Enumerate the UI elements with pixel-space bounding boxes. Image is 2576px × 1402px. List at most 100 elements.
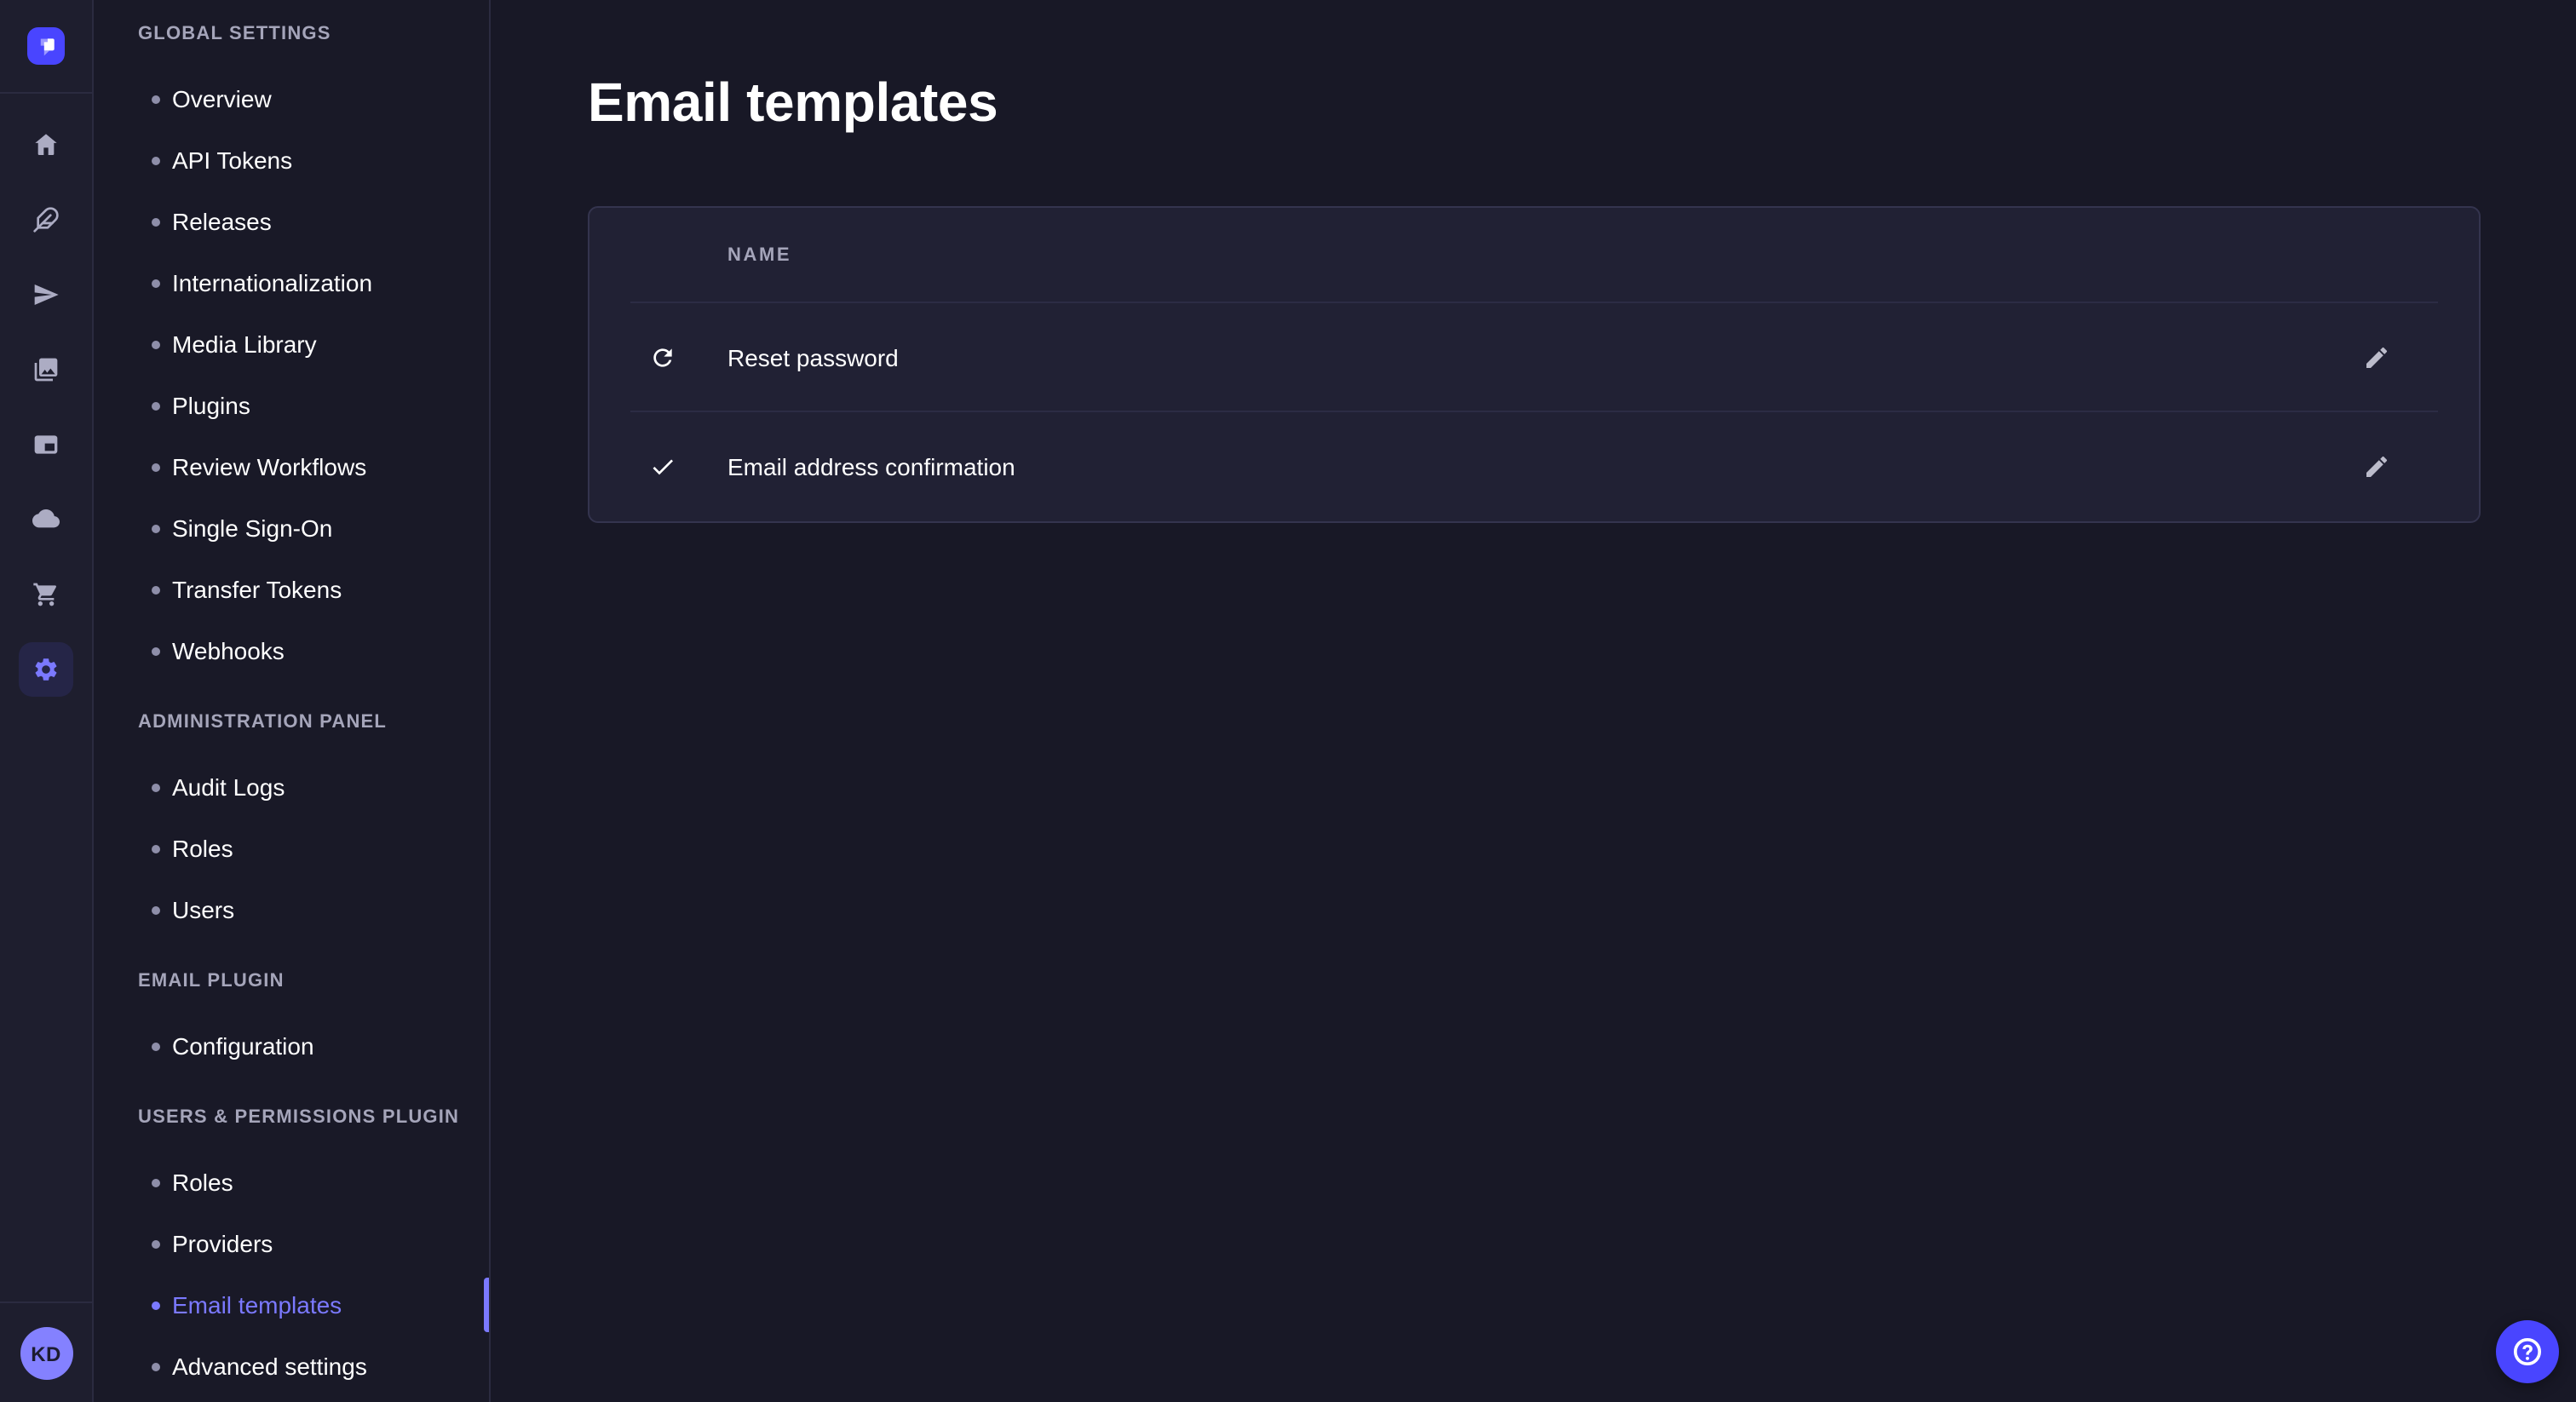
bullet-icon	[152, 1042, 160, 1050]
cloud-icon	[32, 506, 60, 533]
subnav-item-roles[interactable]: Roles	[94, 1152, 489, 1213]
nav-feather-button[interactable]	[19, 192, 73, 247]
subnav-item-label: Audit Logs	[172, 773, 285, 801]
strapi-logo-icon	[27, 27, 65, 65]
pencil-icon	[2363, 452, 2390, 480]
subnav-item-review-workflows[interactable]: Review Workflows	[94, 436, 489, 497]
subnav-item-plugins[interactable]: Plugins	[94, 375, 489, 436]
subnav-item-users[interactable]: Users	[94, 879, 489, 940]
nav-layout-button[interactable]	[19, 417, 73, 472]
subnav-item-releases[interactable]: Releases	[94, 191, 489, 252]
table-row: Reset password	[589, 303, 2479, 411]
subnav-item-webhooks[interactable]: Webhooks	[94, 620, 489, 681]
subnav-section-title: GLOBAL SETTINGS	[138, 17, 489, 51]
subnav-item-label: Configuration	[172, 1032, 314, 1060]
bullet-icon	[152, 646, 160, 655]
subnav-item-advanced-settings[interactable]: Advanced settings	[94, 1336, 489, 1397]
subnav-item-label: Webhooks	[172, 637, 285, 664]
bullet-icon	[152, 524, 160, 532]
nav-cloud-button[interactable]	[19, 492, 73, 547]
check-icon	[649, 452, 676, 480]
subnav-item-label: Media Library	[172, 330, 317, 358]
app-root: KD GLOBAL SETTINGS Overview API Tokens Rele…	[0, 0, 2576, 1402]
bullet-icon	[152, 585, 160, 594]
subnav-item-label: Providers	[172, 1230, 273, 1257]
subnav-item-overview[interactable]: Overview	[94, 68, 489, 129]
help-button[interactable]	[2496, 1320, 2559, 1383]
bullet-icon	[152, 279, 160, 287]
question-circle-icon	[2510, 1334, 2545, 1370]
template-name: Reset password	[727, 343, 2356, 371]
subnav-item-label: API Tokens	[172, 147, 292, 174]
bullet-icon	[152, 1362, 160, 1370]
subnav-section: GLOBAL SETTINGS Overview API Tokens Release…	[94, 17, 489, 681]
edit-template-button[interactable]	[2356, 445, 2397, 486]
subnav-item-label: Advanced settings	[172, 1353, 367, 1380]
bullet-icon	[152, 156, 160, 164]
rail-footer: KD	[0, 1301, 92, 1402]
strapi-logo[interactable]	[27, 27, 65, 65]
subnav-section: USERS & PERMISSIONS PLUGIN Roles Providers…	[94, 1100, 489, 1397]
subnav-item-internationalization[interactable]: Internationalization	[94, 252, 489, 313]
feather-icon	[32, 206, 60, 233]
bullet-icon	[152, 217, 160, 226]
column-header-name: NAME	[727, 244, 791, 265]
refresh-icon	[649, 343, 676, 371]
subnav-item-api-tokens[interactable]: API Tokens	[94, 129, 489, 191]
active-item-indicator	[484, 1278, 489, 1332]
bullet-icon	[152, 783, 160, 791]
subnav-item-label: Users	[172, 896, 234, 923]
refresh-icon	[649, 343, 676, 371]
template-name: Email address confirmation	[727, 452, 2356, 480]
table-header: NAME	[589, 208, 2479, 302]
rail-divider-bottom	[0, 1301, 93, 1303]
layout-icon	[32, 431, 60, 458]
page-title: Email templates	[588, 68, 998, 136]
subnav-item-label: Releases	[172, 208, 272, 235]
user-avatar[interactable]: KD	[20, 1327, 72, 1380]
pencil-icon	[2363, 343, 2390, 371]
subnav-item-transfer-tokens[interactable]: Transfer Tokens	[94, 559, 489, 620]
subnav-item-label: Roles	[172, 835, 233, 862]
bullet-icon	[152, 95, 160, 103]
check-icon	[649, 452, 676, 480]
subnav-item-email-templates[interactable]: Email templates	[94, 1274, 489, 1336]
subnav-item-label: Email templates	[172, 1291, 342, 1319]
bullet-icon	[152, 1178, 160, 1187]
nav-media-library-button[interactable]	[19, 342, 73, 397]
nav-shopping-cart-button[interactable]	[19, 567, 73, 622]
rail-nav	[19, 94, 73, 697]
bullet-icon	[152, 463, 160, 471]
subnav-item-label: Internationalization	[172, 269, 372, 296]
media-library-icon	[32, 356, 60, 383]
bullet-icon	[152, 1301, 160, 1309]
nav-settings-gear-button[interactable]	[19, 642, 73, 697]
subnav-item-providers[interactable]: Providers	[94, 1213, 489, 1274]
subnav-section: EMAIL PLUGIN Configuration	[94, 964, 489, 1077]
subnav-section-title: USERS & PERMISSIONS PLUGIN	[138, 1100, 489, 1135]
subnav-item-media-library[interactable]: Media Library	[94, 313, 489, 375]
subnav-item-label: Roles	[172, 1169, 233, 1196]
settings-gear-icon	[32, 656, 60, 683]
edit-template-button[interactable]	[2356, 336, 2397, 377]
subnav-item-configuration[interactable]: Configuration	[94, 1015, 489, 1077]
shopping-cart-icon	[32, 581, 60, 608]
home-icon	[32, 131, 60, 158]
nav-paper-plane-button[interactable]	[19, 267, 73, 322]
main-content: Email templates NAME Reset password Email…	[491, 0, 2576, 1402]
subnav-item-single-sign-on[interactable]: Single Sign-On	[94, 497, 489, 559]
subnav-section-title: EMAIL PLUGIN	[138, 964, 489, 998]
bullet-icon	[152, 905, 160, 914]
bullet-icon	[152, 340, 160, 348]
nav-home-button[interactable]	[19, 118, 73, 172]
subnav-section-title: ADMINISTRATION PANEL	[138, 705, 489, 739]
subnav-item-label: Single Sign-On	[172, 514, 332, 542]
subnav-item-audit-logs[interactable]: Audit Logs	[94, 756, 489, 818]
subnav-item-roles[interactable]: Roles	[94, 818, 489, 879]
main-nav-rail: KD	[0, 0, 94, 1402]
bullet-icon	[152, 844, 160, 853]
bullet-icon	[152, 1239, 160, 1248]
subnav-item-label: Overview	[172, 85, 272, 112]
email-templates-table: NAME Reset password Email address confirm…	[588, 206, 2481, 523]
paper-plane-icon	[32, 281, 60, 308]
